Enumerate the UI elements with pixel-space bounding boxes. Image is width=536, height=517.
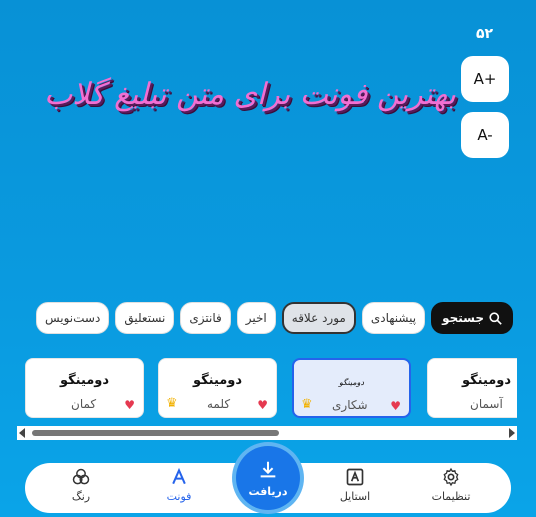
nav-style-label: استایل <box>339 490 371 503</box>
horizontal-scrollbar[interactable] <box>17 426 517 440</box>
search-icon <box>489 311 502 325</box>
chip-favorites[interactable]: مورد علاقه <box>281 302 356 334</box>
nav-font-label: فونت <box>166 490 192 503</box>
scroll-right-arrow-icon[interactable] <box>509 428 515 438</box>
heart-icon[interactable]: ♥ <box>390 399 401 413</box>
search-chip-label: جستجو <box>442 311 484 325</box>
nav-settings[interactable]: تنظیمات <box>411 467 491 511</box>
nav-style[interactable]: استایل <box>315 467 395 511</box>
preview-text: بهترین فونت برای متن تبلیغ گلاب <box>44 76 456 112</box>
increase-size-button[interactable]: A+ <box>461 56 509 102</box>
font-card-name: آسمان <box>470 397 503 411</box>
nav-color[interactable]: رنگ <box>41 467 121 511</box>
font-card-title: دومینگو <box>192 373 243 388</box>
heart-icon[interactable]: ♥ <box>124 398 135 412</box>
crown-icon: ♛ <box>301 397 313 412</box>
category-chips: جستجو پیشنهادی مورد علاقه اخیر فانتزی نس… <box>17 302 513 336</box>
font-card[interactable]: دومینگو ♛ شکاری ♥ <box>292 358 411 418</box>
font-card[interactable]: دومینگو آسمان <box>427 358 517 418</box>
scroll-thumb[interactable] <box>32 430 279 436</box>
chip-recent[interactable]: اخیر <box>236 302 276 334</box>
font-card-name: شکاری <box>332 398 368 412</box>
decrease-size-button[interactable]: A- <box>461 112 509 158</box>
color-circles-icon <box>72 468 90 485</box>
download-icon <box>260 461 276 477</box>
font-card-name: کلمه <box>207 397 231 411</box>
chip-fantasy[interactable]: فانتزی <box>180 302 231 334</box>
download-button[interactable]: دریافت <box>236 446 300 510</box>
font-card[interactable]: دومینگو کمان ♥ <box>25 358 144 418</box>
font-cards: دومینگو آسمان دومینگو ♛ شکاری ♥ دومینگو … <box>17 358 517 420</box>
chip-nastaliq[interactable]: نستعلیق <box>115 302 175 334</box>
font-icon <box>172 467 186 485</box>
nav-settings-label: تنظیمات <box>431 490 471 503</box>
style-icon <box>346 468 364 486</box>
nav-color-label: رنگ <box>71 490 91 503</box>
search-chip[interactable]: جستجو <box>431 302 513 334</box>
font-card-title: دومینگو <box>461 373 512 388</box>
font-card-title: دومینگو <box>59 373 110 388</box>
scroll-left-arrow-icon[interactable] <box>19 428 25 438</box>
chip-handwritten[interactable]: دست‌نویس <box>35 302 110 334</box>
crown-icon: ♛ <box>166 396 178 411</box>
chip-suggested[interactable]: پیشنهادی <box>361 302 426 334</box>
font-card-name: کمان <box>71 397 97 411</box>
nav-font[interactable]: فونت <box>139 467 219 511</box>
gear-icon <box>443 467 459 487</box>
download-label: دریافت <box>248 484 288 498</box>
preview-area: بهترین فونت برای متن تبلیغ گلاب <box>44 64 455 124</box>
font-card-title: دومینگو <box>338 378 365 387</box>
font-card[interactable]: دومینگو ♛ کلمه ♥ <box>158 358 277 418</box>
heart-icon[interactable]: ♥ <box>257 398 268 412</box>
font-size-value: ۵۲ <box>476 26 494 42</box>
